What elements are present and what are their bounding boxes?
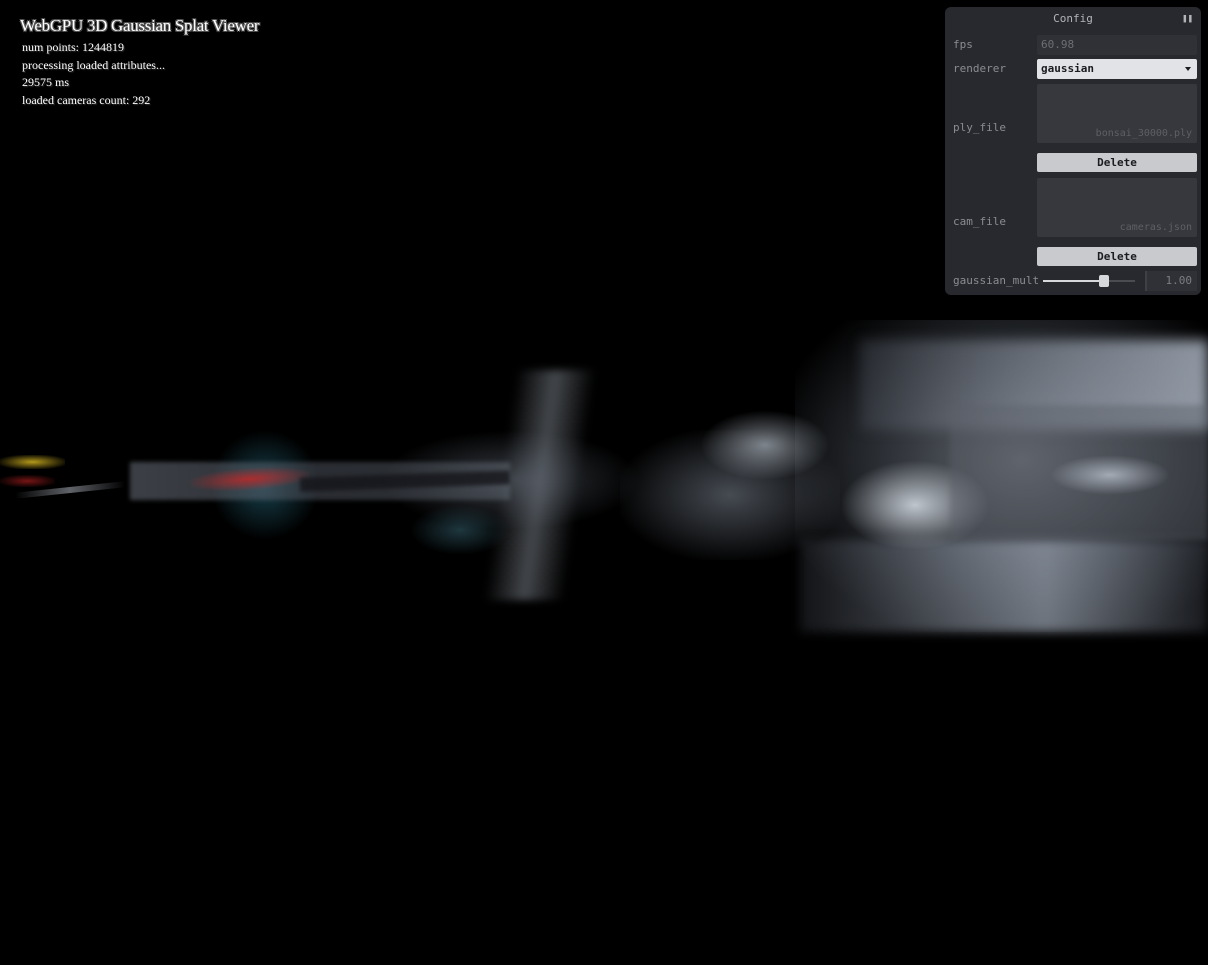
chevron-down-icon [1185, 67, 1191, 71]
renderer-select[interactable]: gaussian [1037, 59, 1197, 79]
config-header[interactable]: Config ❚❚ [945, 7, 1201, 31]
splat-red-streak [0, 475, 55, 487]
status-text: processing loaded attributes... [22, 57, 165, 72]
page-title: WebGPU 3D Gaussian Splat Viewer [20, 16, 260, 35]
pause-icon[interactable]: ❚❚ [1182, 7, 1193, 31]
ply-file-dropzone[interactable]: bonsai_30000.ply [1037, 84, 1197, 143]
elapsed-time-text: 29575 ms [22, 75, 70, 89]
gaussian-mult-label: gaussian_mult [953, 274, 1040, 287]
gaussian-mult-input[interactable]: 1.00 [1145, 271, 1197, 291]
splat-region [800, 540, 1208, 632]
cam-file-label: cam_file [953, 215, 1006, 228]
ply-delete-row: Delete [945, 153, 1201, 172]
ply-delete-button[interactable]: Delete [1037, 153, 1197, 172]
ply-file-row: ply_file bonsai_30000.ply [945, 84, 1201, 144]
renderer-selected-value: gaussian [1041, 62, 1094, 75]
gaussian-mult-row: gaussian_mult 1.00 [945, 271, 1201, 291]
fps-label: fps [953, 38, 973, 51]
renderer-label: renderer [953, 62, 1006, 75]
ply-file-label: ply_file [953, 121, 1006, 134]
gaussian-mult-slider[interactable] [1043, 275, 1135, 287]
splat-cyan-blob [410, 505, 510, 555]
fps-row: fps 60.98 [945, 35, 1201, 55]
gaussian-mult-slider-thumb[interactable] [1098, 275, 1109, 287]
ply-filename: bonsai_30000.ply [1095, 128, 1192, 139]
cam-delete-row: Delete [945, 247, 1201, 266]
cam-filename: cameras.json [1119, 222, 1192, 233]
cam-delete-button[interactable]: Delete [1037, 247, 1197, 266]
renderer-row: renderer gaussian [945, 59, 1201, 79]
cam-file-dropzone[interactable]: cameras.json [1037, 178, 1197, 237]
config-title: Config [1053, 12, 1093, 25]
cam-file-row: cam_file cameras.json [945, 178, 1201, 238]
splat-highlight [1050, 455, 1170, 495]
fps-value: 60.98 [1037, 35, 1197, 55]
cameras-count-text: loaded cameras count: 292 [22, 92, 151, 107]
splat-yellow [0, 455, 65, 469]
info-overlay: WebGPU 3D Gaussian Splat Viewer num poin… [20, 16, 259, 109]
config-panel: Config ❚❚ fps 60.98 renderer gaussian pl… [945, 7, 1201, 295]
gaussian-mult-slider-fill [1043, 280, 1104, 282]
splat-highlight [700, 410, 830, 480]
num-points-text: num points: 1244819 [22, 40, 125, 54]
